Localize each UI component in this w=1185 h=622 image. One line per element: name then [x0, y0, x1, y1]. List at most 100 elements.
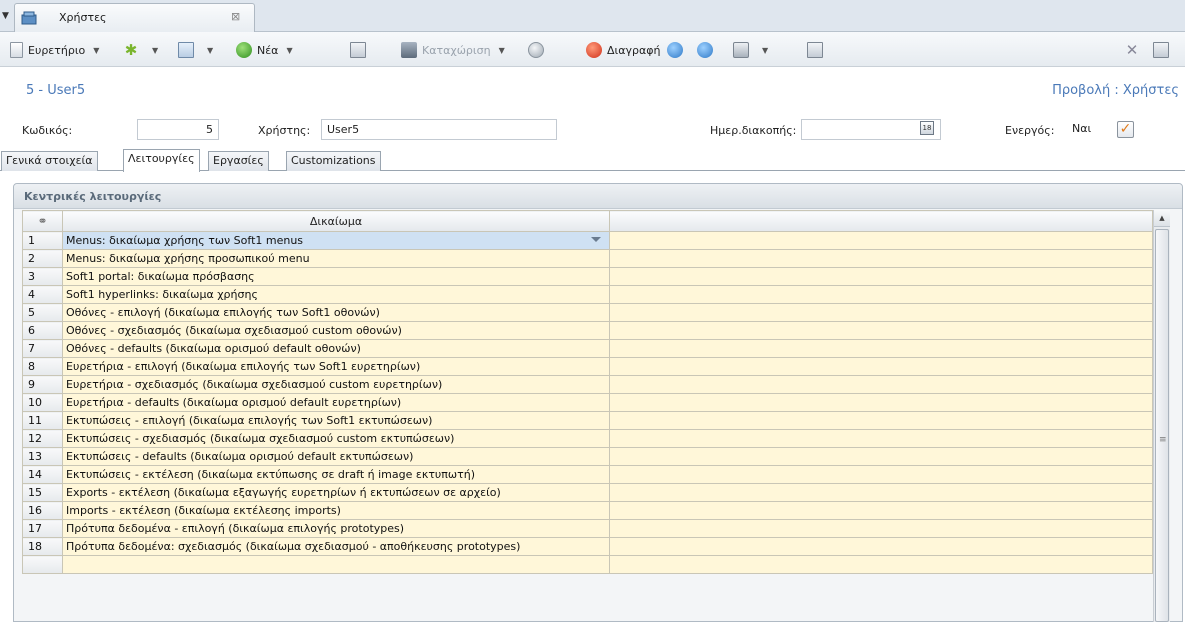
table-row[interactable]: 10 Ευρετήρια - defaults (δικαίωμα ορισμού…: [22, 393, 1153, 412]
permission-cell[interactable]: Οθόνες - defaults (δικαίωμα ορισμού defa…: [62, 339, 610, 358]
active-checkbox[interactable]: ✓: [1117, 121, 1134, 138]
index-button[interactable]: Ευρετήριο ▼: [10, 40, 99, 60]
permission-cell[interactable]: Imports - εκτέλεση (δικαίωμα εκτέλεσης i…: [62, 501, 610, 520]
permission-cell[interactable]: Πρότυπα δεδομένα - επιλογή (δικαίωμα επι…: [62, 519, 610, 538]
permission-cell[interactable]: Ευρετήρια - επιλογή (δικαίωμα επιλογής τ…: [62, 357, 610, 376]
extra-cell[interactable]: [609, 249, 1153, 268]
permission-cell[interactable]: Οθόνες - επιλογή (δικαίωμα επιλογής των …: [62, 303, 610, 322]
chevron-down-icon[interactable]: ▼: [207, 46, 213, 55]
permission-cell[interactable]: Ευρετήρια - defaults (δικαίωμα ορισμού d…: [62, 393, 610, 412]
empty-cell[interactable]: [22, 555, 63, 574]
grid-corner-cell[interactable]: ⚭: [22, 210, 63, 232]
extra-cell[interactable]: [609, 519, 1153, 538]
permission-cell[interactable]: Εκτυπώσεις - επιλογή (δικαίωμα επιλογής …: [62, 411, 610, 430]
links-icon[interactable]: ⚭: [37, 214, 47, 228]
extra-cell[interactable]: [609, 465, 1153, 484]
new-button[interactable]: Νέα ▼: [236, 40, 293, 60]
table-row[interactable]: 17 Πρότυπα δεδομένα - επιλογή (δικαίωμα ε…: [22, 519, 1153, 538]
permission-cell[interactable]: Εκτυπώσεις - defaults (δικαίωμα ορισμού …: [62, 447, 610, 466]
extra-cell[interactable]: [609, 501, 1153, 520]
permission-cell[interactable]: Πρότυπα δεδομένα: σχεδιασμός (δικαίωμα σ…: [62, 537, 610, 556]
options-button[interactable]: [528, 40, 549, 60]
table-row[interactable]: 7 Οθόνες - defaults (δικαίωμα ορισμού def…: [22, 339, 1153, 358]
save-button[interactable]: Καταχώριση ▼: [401, 40, 505, 60]
permission-cell[interactable]: Οθόνες - σχεδιασμός (δικαίωμα σχεδιασμού…: [62, 321, 610, 340]
chevron-down-icon[interactable]: ▼: [93, 46, 99, 55]
permission-cell[interactable]: Menus: δικαίωμα χρήσης των Soft1 menus: [62, 231, 610, 250]
empty-row[interactable]: [22, 555, 1153, 574]
extra-cell[interactable]: [609, 537, 1153, 556]
vertical-scrollbar[interactable]: ▲ ≡: [1153, 210, 1170, 622]
close-tab-icon[interactable]: ⊠: [231, 10, 240, 23]
table-row[interactable]: 1 Menus: δικαίωμα χρήσης των Soft1 menus: [22, 231, 1153, 250]
extra-cell[interactable]: [609, 447, 1153, 466]
delete-label: Διαγραφή: [607, 43, 661, 57]
calendar-icon[interactable]: 18: [920, 121, 934, 135]
table-row[interactable]: 16 Imports - εκτέλεση (δικαίωμα εκτέλεσης…: [22, 501, 1153, 520]
table-row[interactable]: 3 Soft1 portal: δικαίωμα πρόσβασης: [22, 267, 1153, 286]
extra-cell[interactable]: [609, 267, 1153, 286]
scroll-thumb[interactable]: ≡: [1155, 229, 1169, 622]
permission-column-header[interactable]: Δικαίωμα: [62, 210, 610, 232]
extra-cell[interactable]: [609, 303, 1153, 322]
table-row[interactable]: 14 Εκτυπώσεις - εκτέλεση (δικαίωμα εκτύπω…: [22, 465, 1153, 484]
next-record-button[interactable]: [697, 40, 718, 60]
permission-cell[interactable]: Menus: δικαίωμα χρήσης προσωπικού menu: [62, 249, 610, 268]
table-row[interactable]: 9 Ευρετήρια - σχεδιασμός (δικαίωμα σχεδια…: [22, 375, 1153, 394]
extra-cell[interactable]: [609, 285, 1153, 304]
table-row[interactable]: 4 Soft1 hyperlinks: δικαίωμα χρήσης: [22, 285, 1153, 304]
extra-cell[interactable]: [609, 321, 1153, 340]
extra-cell[interactable]: [609, 231, 1153, 250]
tab-general[interactable]: Γενικά στοιχεία: [1, 151, 98, 171]
permission-cell[interactable]: Εκτυπώσεις - σχεδιασμός (δικαίωμα σχεδια…: [62, 429, 610, 448]
tab-tasks[interactable]: Εργασίες: [208, 151, 269, 171]
favorites-button[interactable]: ✱ ▼: [123, 40, 158, 60]
table-row[interactable]: 12 Εκτυπώσεις - σχεδιασμός (δικαίωμα σχεδ…: [22, 429, 1153, 448]
dropdown-arrow-icon[interactable]: [591, 237, 601, 242]
delete-button[interactable]: Διαγραφή: [586, 40, 660, 60]
extra-cell[interactable]: [609, 393, 1153, 412]
tools-button[interactable]: ✕: [1124, 40, 1145, 60]
table-row[interactable]: 8 Ευρετήρια - επιλογή (δικαίωμα επιλογής …: [22, 357, 1153, 376]
tab-users[interactable]: Χρήστες ⊠: [14, 3, 255, 32]
extra-cell[interactable]: [609, 357, 1153, 376]
clipboard-button[interactable]: [1153, 40, 1174, 60]
tab-list-dropdown-icon[interactable]: ▼: [2, 6, 12, 26]
chevron-down-icon[interactable]: ▼: [499, 46, 505, 55]
table-row[interactable]: 18 Πρότυπα δεδομένα: σχεδιασμός (δικαίωμα…: [22, 537, 1153, 556]
table-row[interactable]: 6 Οθόνες - σχεδιασμός (δικαίωμα σχεδιασμο…: [22, 321, 1153, 340]
chevron-down-icon[interactable]: ▼: [762, 46, 768, 55]
tab-functions[interactable]: Λειτουργίες: [123, 149, 200, 172]
extra-cell[interactable]: [609, 483, 1153, 502]
user-field[interactable]: User5: [321, 119, 557, 140]
report-icon: [807, 42, 823, 58]
chevron-down-icon[interactable]: ▼: [152, 46, 158, 55]
find-button[interactable]: ▼: [178, 40, 213, 60]
report-button[interactable]: [807, 40, 828, 60]
permission-cell[interactable]: Soft1 hyperlinks: δικαίωμα χρήσης: [62, 285, 610, 304]
copy-button[interactable]: [350, 40, 371, 60]
extra-cell[interactable]: [609, 375, 1153, 394]
empty-cell[interactable]: [609, 555, 1153, 574]
table-row[interactable]: 2 Menus: δικαίωμα χρήσης προσωπικού menu: [22, 249, 1153, 268]
extra-cell[interactable]: [609, 411, 1153, 430]
tab-customizations[interactable]: Customizations: [286, 151, 381, 171]
empty-cell[interactable]: [62, 555, 610, 574]
permission-cell[interactable]: Ευρετήρια - σχεδιασμός (δικαίωμα σχεδιασ…: [62, 375, 610, 394]
permission-cell[interactable]: Soft1 portal: δικαίωμα πρόσβασης: [62, 267, 610, 286]
print-button[interactable]: ▼: [733, 40, 768, 60]
previous-record-button[interactable]: [667, 40, 688, 60]
chevron-down-icon[interactable]: ▼: [286, 46, 292, 55]
table-row[interactable]: 11 Εκτυπώσεις - επιλογή (δικαίωμα επιλογή…: [22, 411, 1153, 430]
table-row[interactable]: 13 Εκτυπώσεις - defaults (δικαίωμα ορισμο…: [22, 447, 1153, 466]
code-field[interactable]: 5: [137, 119, 219, 140]
permission-cell[interactable]: Exports - εκτέλεση (δικαίωμα εξαγωγής ευ…: [62, 483, 610, 502]
view-title[interactable]: Προβολή : Χρήστες: [1052, 83, 1179, 98]
permission-cell[interactable]: Εκτυπώσεις - εκτέλεση (δικαίωμα εκτύπωση…: [62, 465, 610, 484]
extra-cell[interactable]: [609, 339, 1153, 358]
scroll-up-icon[interactable]: ▲: [1154, 210, 1170, 227]
extra-cell[interactable]: [609, 429, 1153, 448]
permission-label: Οθόνες - επιλογή (δικαίωμα επιλογής των …: [66, 306, 380, 319]
table-row[interactable]: 5 Οθόνες - επιλογή (δικαίωμα επιλογής των…: [22, 303, 1153, 322]
table-row[interactable]: 15 Exports - εκτέλεση (δικαίωμα εξαγωγής …: [22, 483, 1153, 502]
